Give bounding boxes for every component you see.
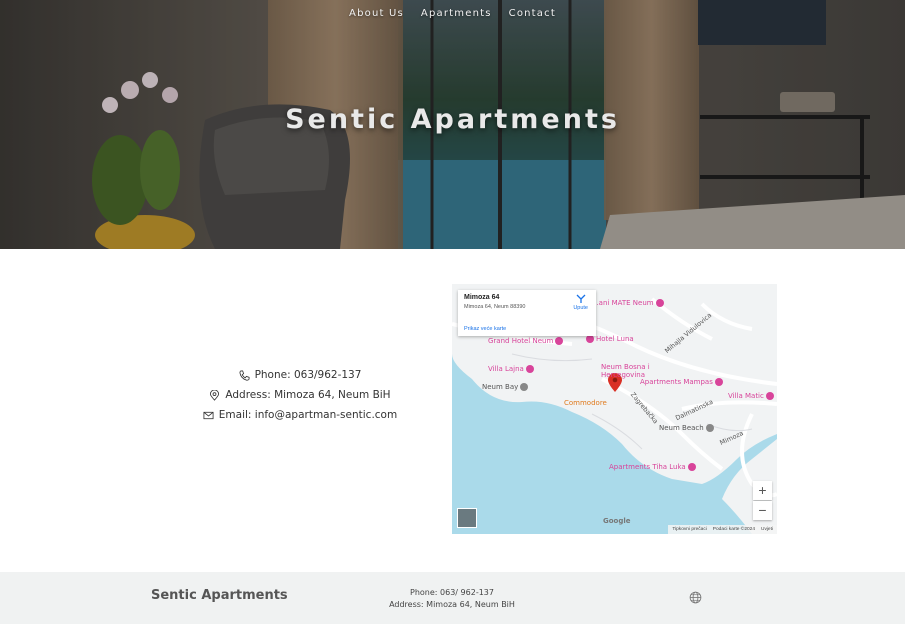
directions-button[interactable]: Upute [573, 294, 588, 311]
map-footer: Tipkovni prečaci Podaci karte ©2024 Uvje… [668, 525, 777, 534]
directions-icon [576, 294, 586, 303]
place-restaurant[interactable]: Commodore [564, 399, 607, 407]
nav-about-us[interactable]: About Us [349, 8, 404, 19]
phone-icon [239, 369, 251, 381]
contact-email[interactable]: Email: info@apartman-sentic.com [219, 409, 397, 421]
map-infobox: Mimoza 64 Mimoza 64, Neum 88390 Upute Pr… [458, 290, 596, 336]
satellite-toggle[interactable] [457, 508, 477, 528]
contact-phone: Phone: 063/962-137 [254, 369, 362, 381]
zoom-in-button[interactable]: + [753, 481, 772, 500]
footer-phone: Phone: 063/ 962-137 [410, 588, 494, 597]
envelope-icon [203, 409, 215, 421]
google-map[interactable]: ...ani MATE Neum Grand Hotel Neum Hotel … [452, 284, 777, 534]
place-hotel[interactable]: Villa Lajna [488, 365, 534, 373]
footer-brand: Sentic Apartments [151, 588, 288, 603]
footer-address: Address: Mimoza 64, Neum BiH [389, 600, 515, 609]
place-hotel[interactable]: Hotel Luna [586, 335, 634, 343]
nav-apartments[interactable]: Apartments [421, 8, 492, 19]
hero-title: Sentic Apartments [285, 104, 620, 135]
map-pin-icon [209, 389, 221, 401]
terms-link[interactable]: Uvjeti [761, 527, 773, 532]
larger-map-link[interactable]: Prikaz veće karte [464, 326, 506, 332]
contact-info: Phone: 063/962-137 Address: Mimoza 64, N… [150, 365, 450, 425]
place-hotel[interactable]: Villa Matic [728, 392, 774, 400]
map-data-label: Podaci karte ©2024 [712, 527, 755, 532]
infobox-address: Mimoza 64, Neum 88390 [464, 304, 526, 310]
contact-email-row: Email: info@apartman-sentic.com [150, 405, 450, 425]
infobox-title: Mimoza 64 [464, 294, 500, 301]
site-footer: Sentic Apartments Phone: 063/ 962-137 Ad… [0, 572, 905, 624]
contact-phone-row: Phone: 063/962-137 [150, 365, 450, 385]
nav-contact[interactable]: Contact [509, 8, 556, 19]
place-landmark[interactable]: Neum Bay [482, 383, 529, 391]
google-logo: Google [603, 517, 631, 525]
footer-contact: Phone: 063/ 962-137 Address: Mimoza 64, … [352, 587, 552, 611]
place-hotel[interactable]: Apartments Tiha Luka [609, 463, 696, 471]
place-hotel[interactable]: ...ani MATE Neum [592, 299, 664, 307]
main-nav: About Us Apartments Contact [0, 8, 905, 19]
place-hotel[interactable]: Apartments Mampas [640, 378, 723, 386]
hero-section: About Us Apartments Contact Sentic Apart… [0, 0, 905, 249]
contact-address: Address: Mimoza 64, Neum BiH [225, 389, 391, 401]
place-hotel[interactable]: Grand Hotel Neum [488, 337, 564, 345]
contact-address-row: Address: Mimoza 64, Neum BiH [150, 385, 450, 405]
globe-icon[interactable] [689, 591, 702, 609]
place-hotel[interactable]: Neum Bosna i Hercegovina [601, 363, 661, 379]
place-landmark[interactable]: Neum Beach [659, 424, 714, 432]
zoom-out-button[interactable]: − [753, 501, 772, 520]
keyboard-shortcuts-link[interactable]: Tipkovni prečaci [672, 527, 706, 532]
